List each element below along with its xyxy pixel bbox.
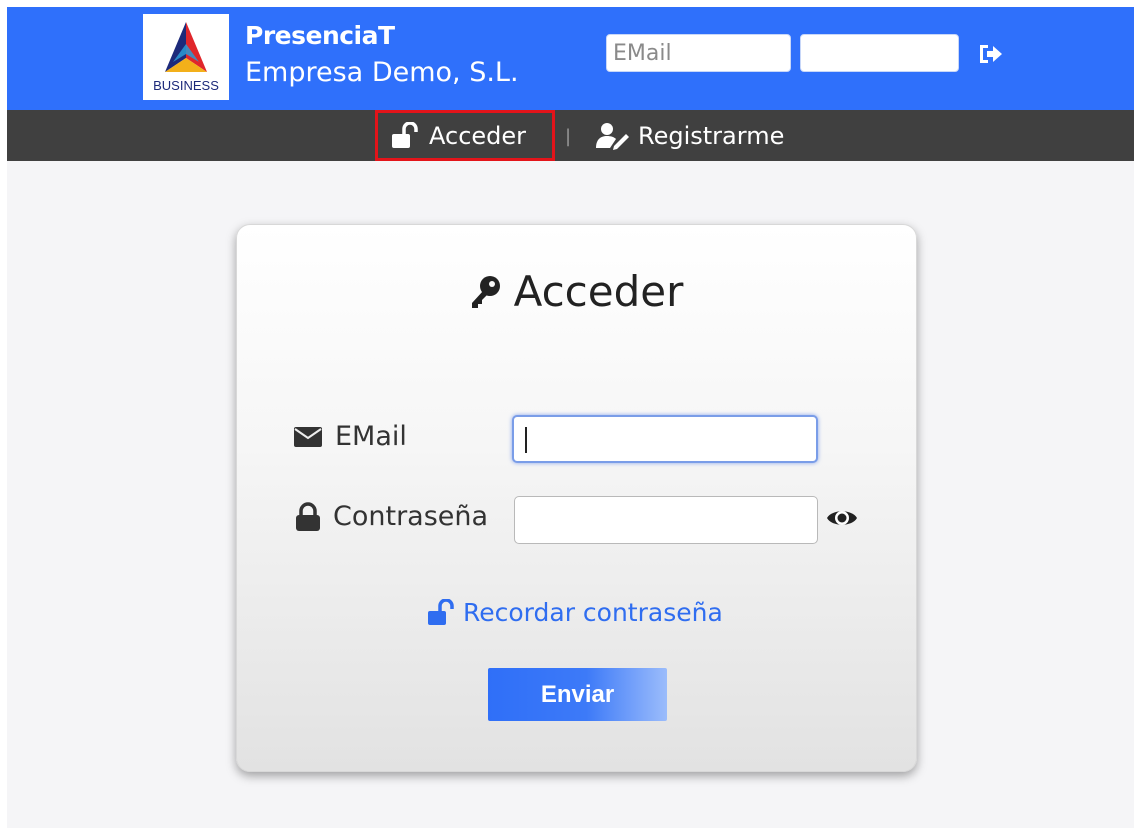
password-input[interactable] [514,496,818,544]
header-password-input[interactable] [800,34,959,72]
user-edit-icon [596,122,629,150]
remember-password-link[interactable]: Recordar contraseña [427,598,723,627]
envelope-icon [294,426,322,447]
submit-button[interactable]: Enviar [488,668,667,721]
login-title-text: Acceder [513,267,684,316]
key-icon [471,275,500,308]
app-frame: BUSINESS PresenciaT Empresa Demo, S.L. A… [7,7,1134,828]
unlock-icon [392,121,418,148]
unlock-icon [428,598,454,625]
login-card: Acceder EMail Contraseña Recordar contra… [236,224,917,772]
nav-acceder-link[interactable]: Acceder [375,110,555,161]
company-name: Empresa Demo, S.L. [245,57,519,88]
nav-bar: Acceder | Registrarme [7,110,1134,161]
login-card-title: Acceder [237,267,916,316]
lock-icon [296,501,320,531]
email-input[interactable] [512,415,818,463]
password-label-text: Contraseña [333,501,489,532]
nav-separator: | [565,126,572,147]
text-caret [525,427,527,453]
email-label: EMail [293,421,407,452]
password-label: Contraseña [295,501,488,532]
email-label-text: EMail [335,421,407,452]
top-header: BUSINESS PresenciaT Empresa Demo, S.L. [7,7,1134,110]
logo-label: BUSINESS [153,78,219,93]
brand-name: PresenciaT [245,21,395,50]
nav-registrarme-label: Registrarme [638,121,785,150]
remember-password-label: Recordar contraseña [463,598,723,627]
eye-icon[interactable] [826,506,858,530]
nav-registrarme-link[interactable]: Registrarme [596,110,784,161]
nav-acceder-label: Acceder [429,121,527,150]
company-logo: BUSINESS [143,14,229,100]
sign-in-icon[interactable] [977,43,1005,65]
header-email-input[interactable] [606,34,791,72]
